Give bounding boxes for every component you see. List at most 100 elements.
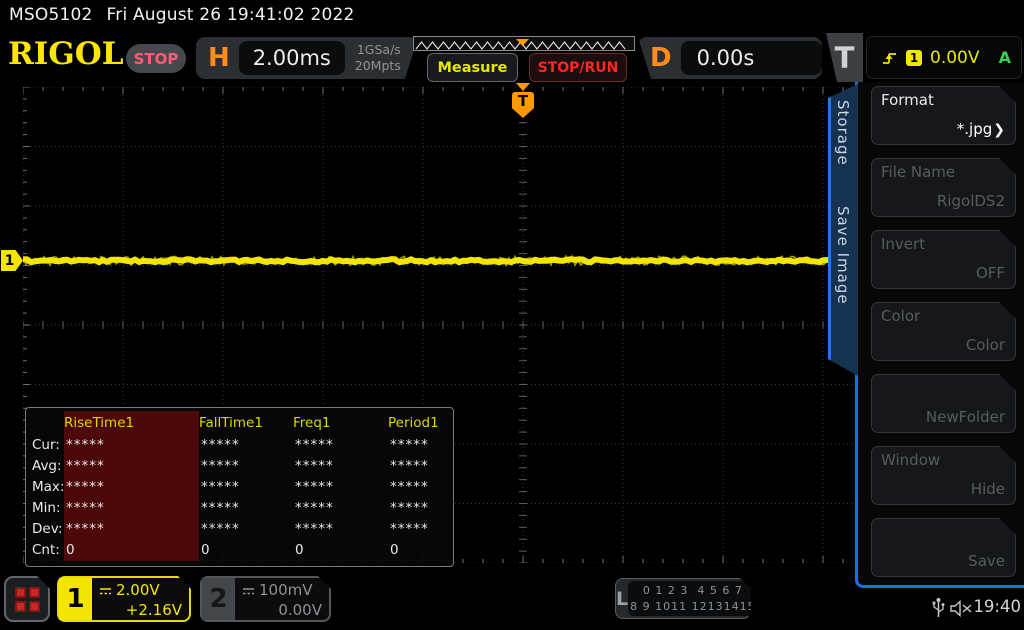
trigger-info: 1 0.00V A [866, 36, 1022, 79]
horizontal-label: H [208, 43, 230, 73]
table-cell: ***** [201, 458, 240, 474]
table-cell: ***** [201, 479, 240, 495]
menu-item-label: Window [881, 451, 941, 469]
table-cell: ***** [201, 437, 240, 453]
column-header: FallTime1 [199, 415, 263, 431]
channel1-values: 2.00V +2.16V [92, 578, 189, 620]
logic-channels-block[interactable]: L 0 1 2 3 4 5 6 7 8 9 1011 12131415 [615, 578, 751, 619]
table-cell: ***** [295, 458, 334, 474]
table-cell: ***** [64, 456, 199, 477]
menu-item-value: Hide [970, 480, 1005, 498]
menu-item-value: RigolDS2 [936, 192, 1005, 210]
column-header: Freq1 [293, 415, 331, 431]
trigger-source-badge: 1 [906, 49, 922, 66]
channel2-offset: 0.00V [278, 600, 322, 619]
menu-item-format[interactable]: Format *.jpg❯ [871, 86, 1016, 145]
column-header: Period1 [388, 415, 439, 431]
row-label: Min: [32, 500, 61, 516]
delay-panel[interactable]: D 0.00s [638, 37, 822, 79]
table-cell: ***** [64, 435, 199, 456]
submenu-arrow-icon: ❯ [993, 122, 1005, 138]
trigger-position-arrow-icon[interactable] [516, 83, 530, 91]
logic-row-2: 8 9 1011 12131415 [630, 599, 756, 613]
tab-save-image[interactable]: Save Image [834, 206, 852, 305]
menu-tab-ribbon: Storage Save Image [828, 84, 858, 376]
row-label: Cur: [32, 437, 60, 453]
table-cell: 0 [64, 540, 199, 561]
trigger-panel[interactable]: T 1 0.00V A [826, 33, 1024, 82]
table-cell: ***** [201, 500, 240, 516]
table-cell: ***** [390, 437, 429, 453]
menu-item-value: *.jpg❯ [956, 120, 1005, 138]
measurement-table: RiseTime1 FallTime1 Freq1 Period1 Cur: *… [25, 407, 454, 567]
menu-item-label: Color [881, 307, 921, 325]
row-label: Avg: [32, 458, 62, 474]
table-cell: ***** [295, 500, 334, 516]
menu-item-color[interactable]: Color Color [871, 302, 1016, 361]
rigol-logo: RIGOL [8, 36, 124, 72]
channel1-block[interactable]: 1 2.00V +2.16V [57, 576, 191, 622]
trigger-level-value: 0.00V [930, 47, 980, 68]
table-cell: 0 [295, 542, 305, 558]
measure-button[interactable]: Measure [427, 53, 518, 82]
menu-item-value: NewFolder [925, 408, 1005, 426]
menu-item-label: Format [881, 91, 934, 109]
logic-channel-list: 0 1 2 3 4 5 6 7 8 9 1011 12131415 [628, 581, 757, 617]
model-name: MSO5102 [9, 5, 93, 25]
table-cell: ***** [390, 479, 429, 495]
title-bar: MSO5102 Fri August 26 19:41:02 2022 [9, 5, 355, 25]
channel2-block[interactable]: 2 100mV 0.00V [200, 576, 331, 622]
menu-item-save[interactable]: Save [871, 518, 1016, 577]
channel1-scale-row: 2.00V [99, 581, 160, 599]
table-cell: ***** [201, 521, 240, 537]
trigger-label: T [826, 33, 863, 82]
channel1-number: 1 [59, 578, 92, 620]
table-cell: ***** [64, 477, 199, 498]
dc-coupling-icon [99, 587, 112, 596]
memory-depth: 20Mpts [354, 58, 401, 73]
table-cell: ***** [390, 458, 429, 474]
tab-storage[interactable]: Storage [834, 100, 852, 166]
acquisition-info: 1GSa/s 20Mpts [355, 42, 401, 73]
row-label: Cnt: [32, 542, 60, 558]
dc-coupling-icon [242, 587, 255, 596]
apps-menu-button[interactable] [4, 576, 50, 622]
menu-item-window[interactable]: Window Hide [871, 446, 1016, 505]
menu-item-invert[interactable]: Invert OFF [871, 230, 1016, 289]
delay-value: 0.00s [680, 41, 822, 75]
run-state-badge: STOP [126, 44, 186, 73]
row-label: Dev: [32, 521, 63, 537]
channel2-scale: 100mV [259, 581, 313, 599]
menu-item-value: OFF [975, 264, 1005, 282]
channel2-number: 2 [202, 578, 235, 620]
channel1-offset: +2.16V [125, 600, 182, 619]
menu-item-label: File Name [881, 163, 956, 181]
channel2-scale-row: 100mV [242, 581, 313, 599]
table-cell: ***** [295, 437, 334, 453]
clock-text: 19:40 [973, 597, 1021, 616]
side-menu: Format *.jpg❯ File Name RigolDS2 Invert … [828, 82, 1024, 588]
horizontal-panel[interactable]: H 2.00ms 1GSa/s 20Mpts [196, 37, 418, 79]
table-cell: 0 [201, 542, 211, 558]
table-cell: ***** [295, 479, 334, 495]
rising-edge-icon [883, 52, 896, 64]
menu-item-file-name[interactable]: File Name RigolDS2 [871, 158, 1016, 217]
datetime-text: Fri August 26 19:41:02 2022 [106, 5, 355, 25]
menu-item-value: Save [968, 552, 1005, 570]
table-cell: ***** [64, 498, 199, 519]
menu-item-value: Color [965, 336, 1005, 354]
channel1-ground-marker[interactable]: 1 [1, 250, 23, 271]
waveform-preview-icon [415, 39, 626, 50]
logic-row-1: 0 1 2 3 4 5 6 7 [642, 583, 743, 597]
table-cell: ***** [390, 500, 429, 516]
waveform-preview-bar[interactable] [413, 36, 635, 51]
sample-rate: 1GSa/s [356, 42, 401, 58]
logic-label: L [616, 587, 629, 610]
table-corner [26, 411, 64, 435]
column-header: RiseTime1 [64, 411, 199, 435]
stop-run-button[interactable]: STOP/RUN [529, 53, 627, 82]
table-cell: ***** [64, 519, 199, 540]
menu-item-new-folder[interactable]: NewFolder [871, 374, 1016, 433]
trigger-sweep-mode: A [998, 48, 1011, 67]
channel1-scale: 2.00V [116, 581, 160, 599]
